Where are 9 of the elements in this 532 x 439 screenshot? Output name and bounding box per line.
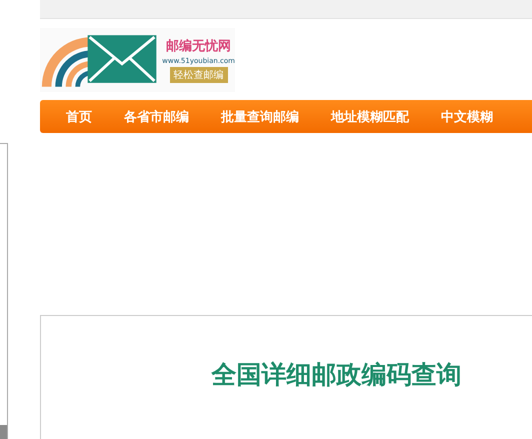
nav-link[interactable]: 各省市邮编 — [124, 108, 189, 126]
nav-link[interactable]: 地址模糊匹配 — [331, 108, 409, 126]
logo-slogan: 轻松查邮编 — [170, 67, 228, 83]
scrollbar-thumb[interactable] — [0, 425, 7, 439]
nav-link[interactable]: 批量查询邮编 — [221, 108, 299, 126]
page-title: 全国详细邮政编码查询 — [212, 359, 462, 390]
logo-name: 邮编无忧网 — [166, 38, 232, 55]
nav-link[interactable]: 中文模糊 — [441, 108, 493, 126]
nav-link[interactable]: 首页 — [66, 108, 92, 126]
